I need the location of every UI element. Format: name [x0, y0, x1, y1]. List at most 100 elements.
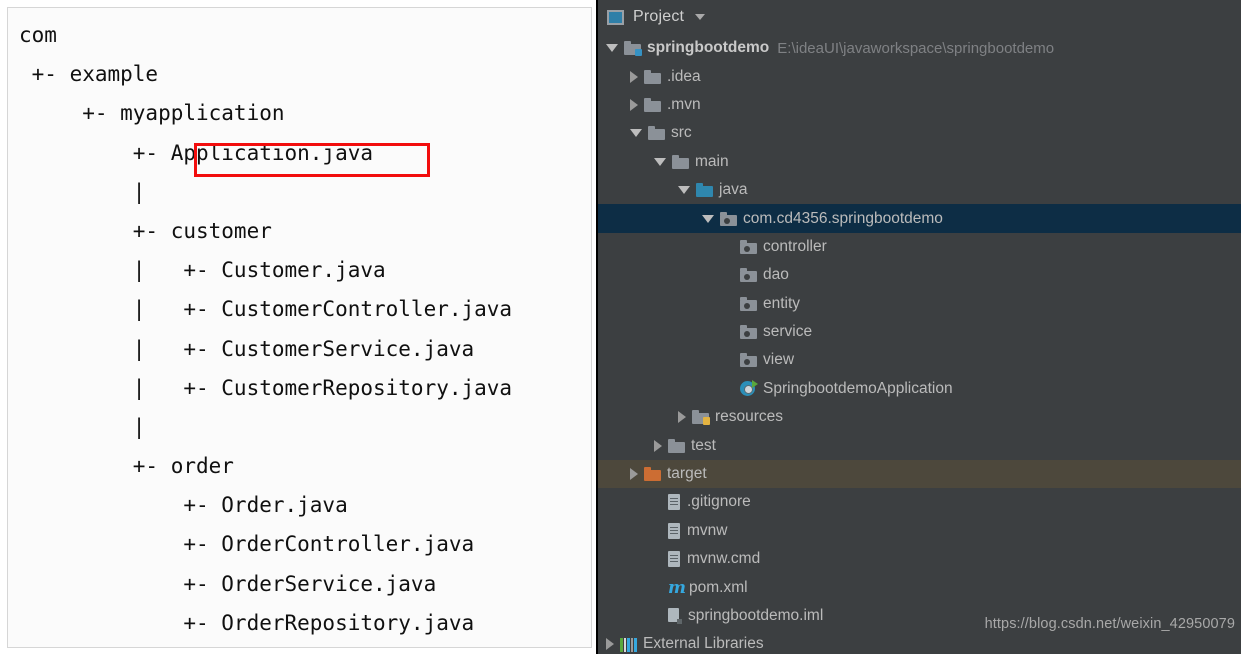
ascii-tree-line: +- OrderController.java: [19, 532, 475, 557]
tree-row-label: service: [763, 323, 813, 341]
tree-row-label: resources: [715, 408, 784, 426]
project-toolbar: Project: [598, 0, 1241, 34]
chevron-down-icon[interactable]: [654, 157, 666, 166]
project-toolbar-title: Project: [633, 8, 685, 25]
tree-row-label: .idea: [667, 67, 701, 85]
tree-row-label: main: [695, 152, 729, 170]
text-file-icon: [668, 522, 681, 539]
tree-row[interactable]: .idea: [598, 62, 1241, 90]
ascii-tree-line: | +- CustomerController.java: [19, 297, 513, 322]
folder-icon: [648, 126, 665, 141]
tree-row[interactable]: springbootdemo E:\ideaUI\javaworkspace\sp…: [598, 34, 1241, 62]
ascii-tree-line: com: [19, 23, 57, 47]
tree-row[interactable]: resources: [598, 403, 1241, 431]
tree-row-label: springbootdemo.iml: [688, 607, 824, 624]
tree-row-label: mvnw: [687, 521, 728, 539]
tree-row[interactable]: entity: [598, 290, 1241, 318]
chevron-right-icon[interactable]: [630, 468, 638, 481]
excluded-folder-icon: [644, 467, 661, 482]
ascii-tree-line: |: [19, 179, 146, 204]
project-tree[interactable]: springbootdemo E:\ideaUI\javaworkspace\sp…: [598, 34, 1241, 654]
tree-row[interactable]: controller: [598, 233, 1241, 261]
tree-row[interactable]: dao: [598, 261, 1241, 289]
ascii-tree-line: +- example: [19, 62, 159, 87]
external-libraries-icon: [620, 637, 637, 652]
ascii-tree-line: | +- CustomerService.java: [19, 336, 475, 361]
tree-row[interactable]: mvnw.cmd: [598, 545, 1241, 573]
tree-row[interactable]: .gitignore: [598, 488, 1241, 516]
tree-row-label: controller: [763, 237, 827, 255]
chevron-right-icon[interactable]: [630, 98, 638, 111]
source-root-folder-icon: [696, 183, 713, 198]
tree-row-label: com.cd4356.springbootdemo: [743, 209, 943, 227]
ascii-tree-line: +- Order.java: [19, 493, 348, 518]
chevron-down-icon[interactable]: [678, 186, 690, 195]
project-tool-window: Project springbootdemo E:\ideaUI\javawork…: [598, 0, 1241, 654]
chevron-down-icon[interactable]: [630, 129, 642, 138]
watermark-url: https://blog.csdn.net/weixin_42950079: [984, 616, 1235, 632]
tree-row-label: .mvn: [667, 95, 701, 113]
tree-row[interactable]: SpringbootdemoApplication: [598, 375, 1241, 403]
tree-row[interactable]: src: [598, 119, 1241, 147]
tree-row[interactable]: target: [598, 459, 1241, 489]
chevron-right-icon[interactable]: [678, 411, 686, 424]
module-folder-icon: [624, 41, 642, 57]
tree-row[interactable]: .mvn: [598, 91, 1241, 119]
ascii-tree-line: |: [19, 414, 146, 439]
text-file-icon: [668, 494, 681, 511]
tree-row-label: java: [719, 181, 748, 199]
folder-icon: [644, 69, 661, 84]
ascii-tree-surface: com +- example +- myapplication +- Appli…: [7, 7, 592, 648]
tree-row-label: pom.xml: [689, 578, 748, 596]
chevron-right-icon[interactable]: [630, 70, 638, 83]
chevron-right-icon[interactable]: [654, 439, 662, 452]
ascii-tree-line: +- OrderRepository.java: [19, 610, 475, 635]
chevron-right-icon[interactable]: [606, 638, 614, 651]
tree-row[interactable]: External Libraries: [598, 630, 1241, 654]
folder-icon: [644, 97, 661, 112]
tree-row[interactable]: m pom.xml: [598, 573, 1241, 601]
tree-row[interactable]: java: [598, 176, 1241, 204]
ascii-tree-line: +- Application.java: [19, 140, 374, 165]
package-icon: [740, 239, 757, 254]
tree-row-label: .gitignore: [687, 493, 751, 511]
chevron-down-icon[interactable]: [702, 214, 714, 223]
tree-row-label: dao: [763, 266, 789, 284]
tree-row[interactable]: service: [598, 318, 1241, 346]
spring-boot-run-icon: [740, 380, 758, 397]
ascii-tree-line: +- myapplication: [19, 101, 285, 126]
tree-row[interactable]: view: [598, 346, 1241, 374]
package-icon: [740, 296, 757, 311]
tree-row-label: entity: [763, 294, 801, 312]
ascii-tree-line: | +- Customer.java: [19, 258, 386, 283]
ascii-tree-line: +- order: [19, 454, 234, 479]
project-tool-window-icon: [607, 9, 624, 25]
tree-row-label: springbootdemo: [647, 39, 770, 57]
ascii-tree-text: com +- example +- myapplication +- Appli…: [19, 16, 512, 643]
tree-row[interactable]: test: [598, 431, 1241, 459]
ascii-tree-line: +- customer: [19, 218, 272, 243]
folder-icon: [672, 154, 689, 169]
tree-row[interactable]: mvnw: [598, 517, 1241, 545]
package-icon: [740, 353, 757, 368]
chevron-down-icon[interactable]: [606, 44, 618, 53]
ascii-tree-panel: com +- example +- myapplication +- Appli…: [0, 0, 596, 654]
tree-row-label: target: [667, 465, 707, 483]
text-file-icon: [668, 551, 681, 568]
tree-row-path: E:\ideaUI\javaworkspace\springbootdemo: [777, 39, 1055, 57]
tree-row[interactable]: com.cd4356.springbootdemo: [598, 204, 1241, 233]
folder-icon: [668, 438, 685, 453]
chevron-down-icon[interactable]: [695, 14, 706, 20]
tree-row-label: test: [691, 436, 716, 454]
ascii-tree-line: +- OrderService.java: [19, 571, 437, 596]
tree-row[interactable]: main: [598, 148, 1241, 176]
tree-row-label: SpringbootdemoApplication: [763, 379, 953, 397]
tree-row-label: External Libraries: [643, 635, 764, 653]
maven-pom-icon: m: [668, 577, 686, 598]
iml-module-file-icon: [668, 608, 682, 624]
resources-folder-icon: [692, 410, 710, 426]
package-icon: [740, 268, 757, 283]
package-icon: [720, 211, 737, 226]
tree-row-label: src: [671, 124, 692, 142]
ascii-tree-line: | +- CustomerRepository.java: [19, 375, 513, 400]
